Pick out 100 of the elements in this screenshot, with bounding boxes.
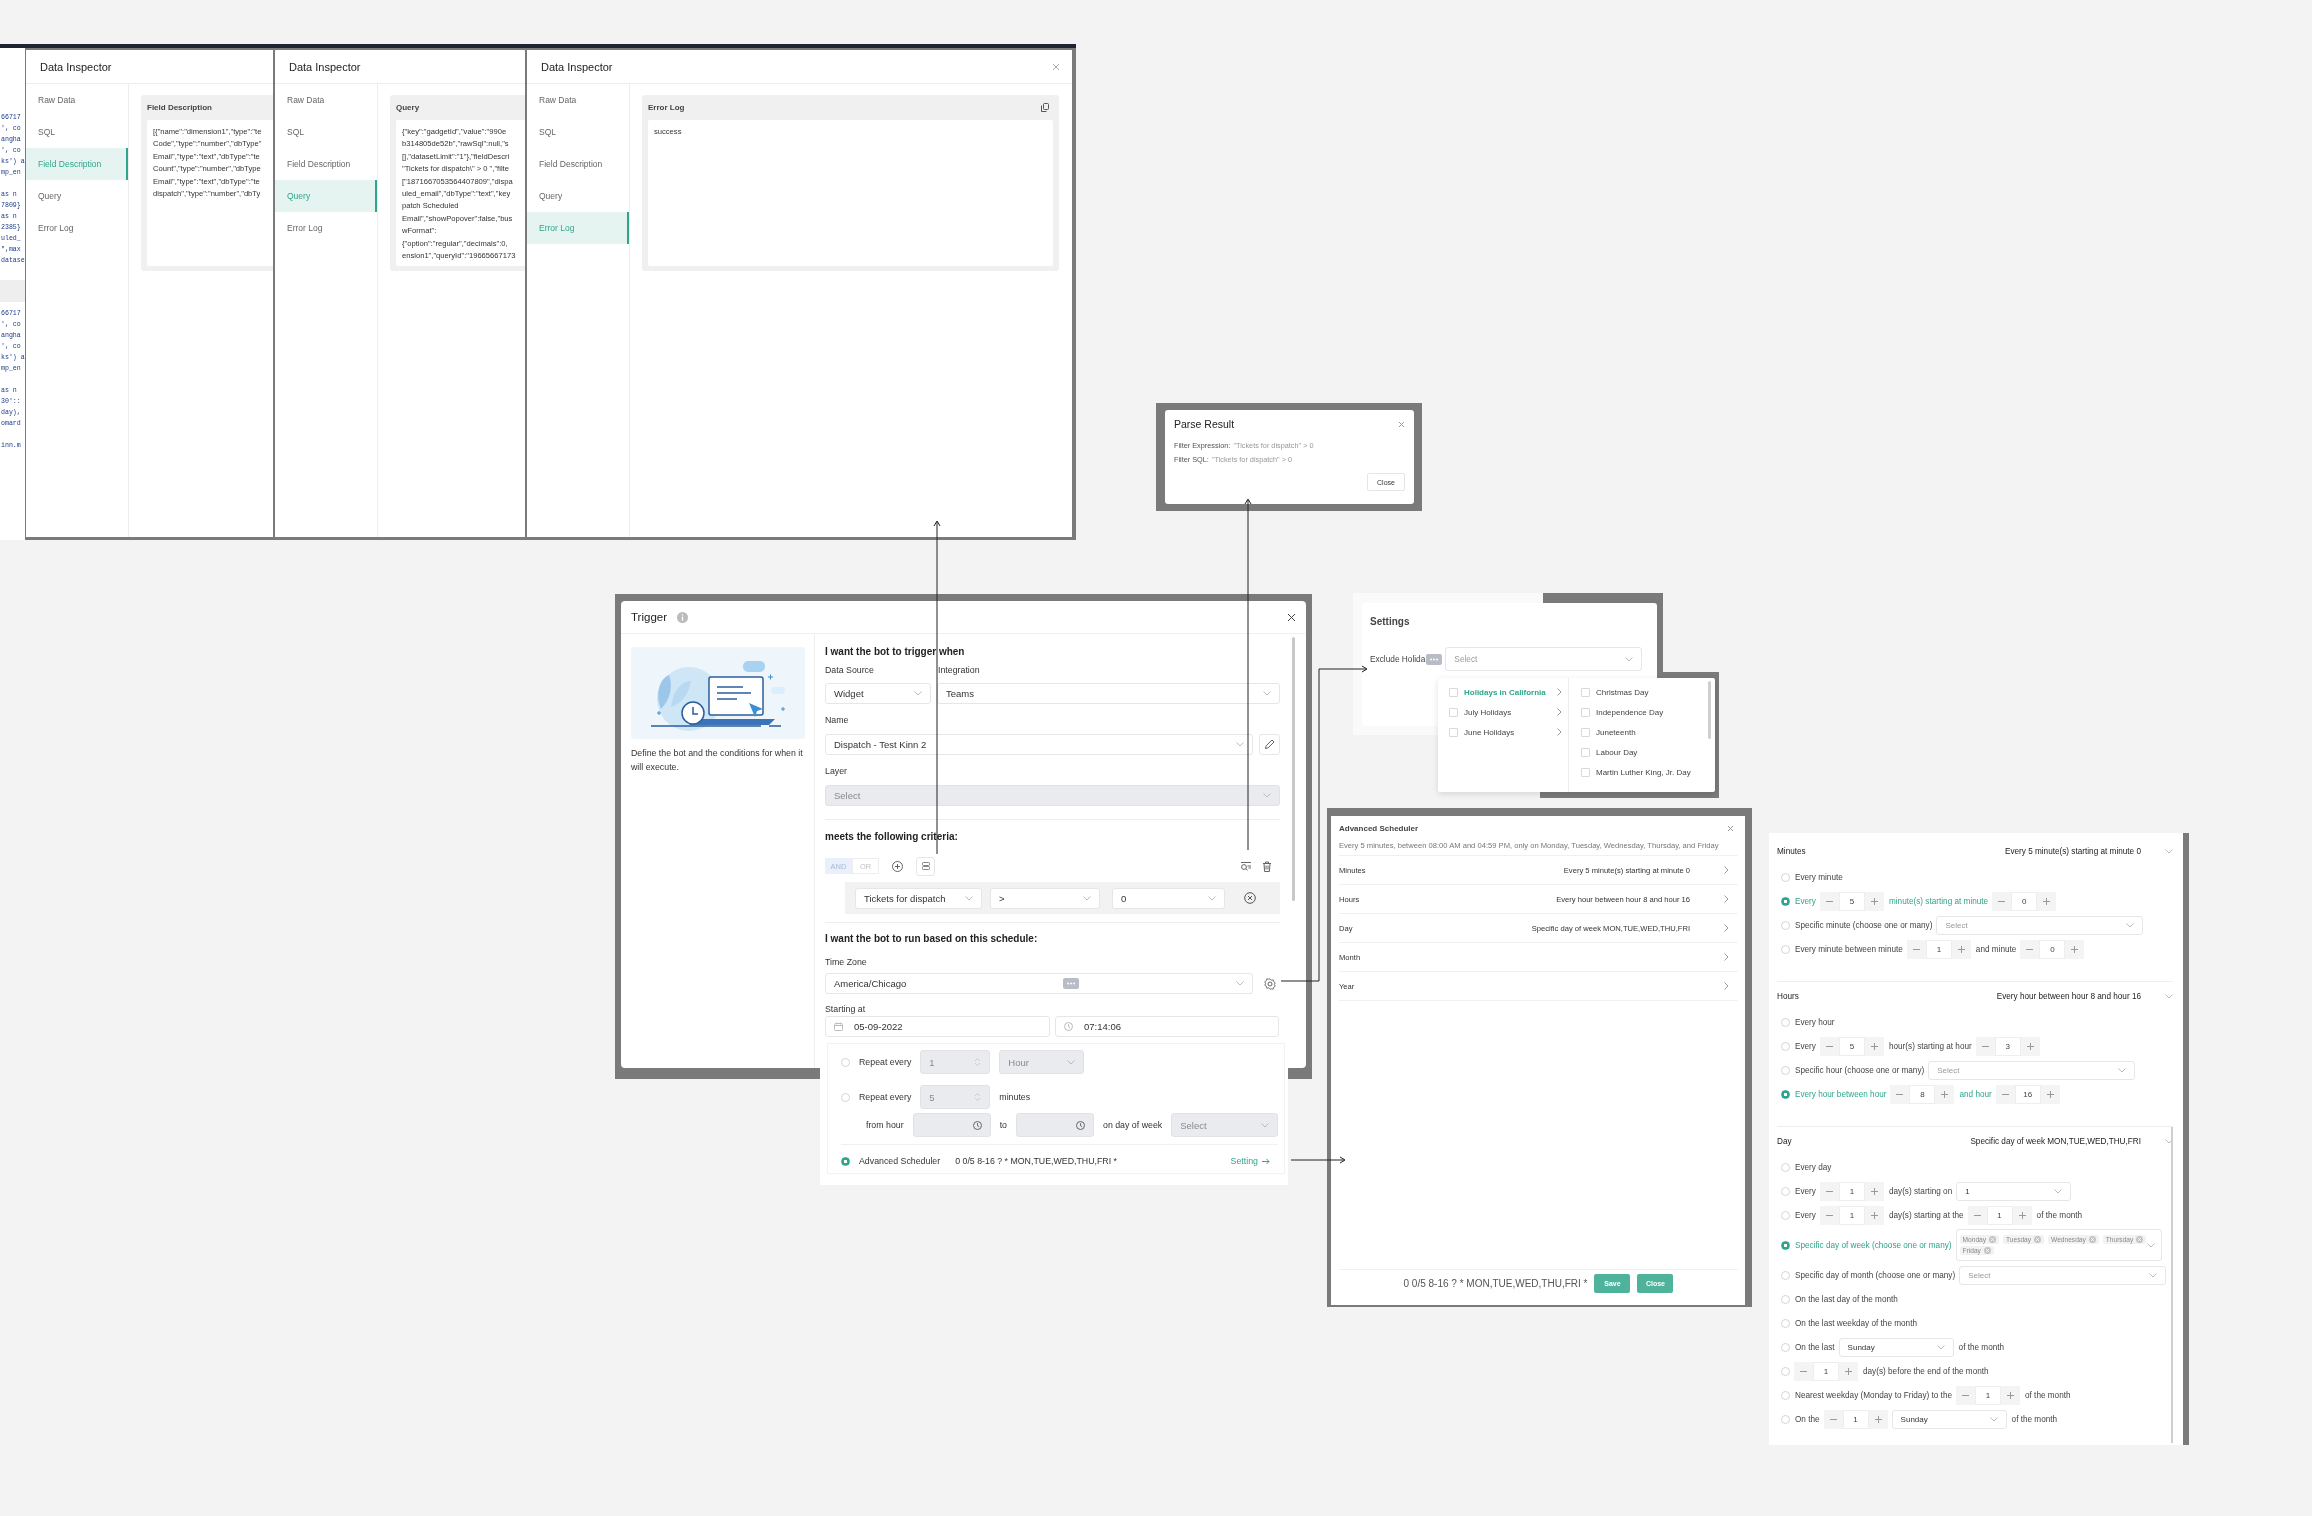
radio-button[interactable] <box>1781 1414 1790 1424</box>
radio-button[interactable] <box>1781 944 1790 954</box>
number-field[interactable]: 1 <box>1975 1385 2001 1405</box>
search-icon[interactable] <box>1240 861 1252 871</box>
radio-button[interactable] <box>1781 872 1790 882</box>
increment-button[interactable] <box>2065 939 2085 959</box>
radio-button[interactable] <box>1781 1186 1790 1196</box>
scrollbar[interactable] <box>1708 681 1711 739</box>
radio-button[interactable] <box>1781 1089 1790 1099</box>
add-icon[interactable] <box>892 860 903 872</box>
increment-button[interactable] <box>1935 1084 1955 1104</box>
info-icon[interactable] <box>677 611 688 623</box>
increment-button[interactable] <box>1864 891 1884 911</box>
decrement-button[interactable] <box>1819 1205 1839 1225</box>
radio-button[interactable] <box>1781 1390 1790 1400</box>
decrement-button[interactable] <box>1956 1385 1975 1405</box>
number-field[interactable]: 5 <box>1838 1036 1865 1056</box>
time-field[interactable]: 07:14:06 <box>1055 1016 1279 1037</box>
close-icon[interactable] <box>1287 612 1296 622</box>
select-field[interactable]: Sunday <box>1891 1409 2007 1429</box>
number-field[interactable]: 3 <box>1994 1036 2021 1056</box>
sidebar-tab[interactable]: SQL <box>527 116 629 148</box>
select-field[interactable]: America/Chicago <box>825 973 1253 994</box>
number-field[interactable]: 1 <box>1813 1361 1839 1381</box>
checkbox[interactable] <box>1581 747 1590 757</box>
sidebar-tab[interactable]: Field Description <box>527 148 629 180</box>
sidebar-tab[interactable]: Error Log <box>26 212 128 244</box>
increment-button[interactable] <box>1864 1036 1884 1056</box>
checkbox[interactable] <box>1581 707 1590 717</box>
checkbox[interactable] <box>1449 727 1458 737</box>
checkbox[interactable] <box>1581 727 1590 737</box>
sidebar-tab[interactable]: Query <box>527 180 629 212</box>
layers-button[interactable] <box>916 856 935 876</box>
sidebar-tab[interactable]: Raw Data <box>275 84 377 116</box>
copy-icon[interactable] <box>1041 103 1049 112</box>
sidebar-tab[interactable]: Field Description <box>275 148 377 180</box>
menu-item[interactable]: Martin Luther King, Jr. Day <box>1581 762 1691 782</box>
edit-button[interactable] <box>1259 734 1280 755</box>
radio-button[interactable] <box>1781 920 1790 930</box>
sidebar-tab[interactable]: Error Log <box>275 212 377 244</box>
more-icon[interactable] <box>1426 653 1443 665</box>
radio-button[interactable] <box>1781 1366 1790 1376</box>
number-field[interactable]: 16 <box>2014 1084 2041 1104</box>
increment-button[interactable] <box>1864 1205 1884 1225</box>
radio-button[interactable] <box>1781 1210 1790 1220</box>
scrollbar[interactable] <box>1292 637 1295 901</box>
decrement-button[interactable] <box>1995 1084 2015 1104</box>
select-field[interactable]: > <box>990 887 1100 909</box>
decrement-button[interactable] <box>1819 1036 1839 1056</box>
radio-button[interactable] <box>1781 1270 1790 1280</box>
decrement-button[interactable] <box>1975 1036 1995 1056</box>
number-field[interactable]: 8 <box>1909 1084 1936 1104</box>
sidebar-tab[interactable]: Raw Data <box>26 84 128 116</box>
select-field[interactable]: Widget <box>825 683 931 704</box>
select-field[interactable]: 1 <box>1956 1181 2072 1201</box>
number-field[interactable]: 1 <box>1838 1181 1865 1201</box>
increment-button[interactable] <box>1839 1361 1858 1381</box>
radio-button[interactable] <box>1781 1017 1790 1027</box>
increment-button[interactable] <box>2012 1205 2032 1225</box>
menu-item[interactable]: June Holidays <box>1449 722 1562 742</box>
checkbox[interactable] <box>1581 767 1590 777</box>
decrement-button[interactable] <box>1819 891 1839 911</box>
radio-button[interactable] <box>841 1156 850 1166</box>
radio-button[interactable] <box>841 1092 850 1102</box>
increment-button[interactable] <box>2020 1036 2040 1056</box>
remove-icon[interactable] <box>1244 892 1256 904</box>
number-field[interactable]: 0 <box>2011 891 2038 911</box>
delete-icon[interactable] <box>1262 860 1272 872</box>
decrement-button[interactable] <box>1819 1181 1839 1201</box>
number-field[interactable]: 0 <box>2039 939 2066 959</box>
select-field[interactable]: Sunday <box>1838 1337 1954 1357</box>
more-icon[interactable] <box>1063 978 1080 989</box>
radio-button[interactable] <box>1781 1318 1790 1328</box>
radio-button[interactable] <box>1781 1065 1790 1075</box>
checkbox[interactable] <box>1449 687 1458 697</box>
number-field[interactable]: 1 <box>1986 1205 2013 1225</box>
radio-button[interactable] <box>1781 896 1790 906</box>
radio-button[interactable] <box>841 1057 850 1067</box>
select-field[interactable]: Teams <box>937 683 1280 704</box>
menu-item[interactable]: Christmas Day <box>1581 682 1691 702</box>
radio-button[interactable] <box>1781 1240 1790 1250</box>
date-field[interactable]: 05-09-2022 <box>825 1016 1050 1037</box>
radio-button[interactable] <box>1781 1162 1790 1172</box>
checkbox[interactable] <box>1449 707 1458 717</box>
decrement-button[interactable] <box>2020 939 2040 959</box>
decrement-button[interactable] <box>1794 1361 1813 1381</box>
sidebar-tab[interactable]: Raw Data <box>527 84 629 116</box>
checkbox[interactable] <box>1581 687 1590 697</box>
menu-item[interactable]: Juneteenth <box>1581 722 1691 742</box>
sidebar-tab[interactable]: SQL <box>26 116 128 148</box>
scrollbar[interactable] <box>2171 1127 2173 1443</box>
number-field[interactable]: 1 <box>1925 939 1952 959</box>
sidebar-tab[interactable]: SQL <box>275 116 377 148</box>
number-field[interactable]: 1 <box>1842 1409 1869 1429</box>
menu-item[interactable]: Independence Day <box>1581 702 1691 722</box>
decrement-button[interactable] <box>1823 1409 1843 1429</box>
increment-button[interactable] <box>1951 939 1971 959</box>
decrement-button[interactable] <box>1992 891 2012 911</box>
radio-button[interactable] <box>1781 1342 1790 1352</box>
sidebar-tab[interactable]: Query <box>26 180 128 212</box>
